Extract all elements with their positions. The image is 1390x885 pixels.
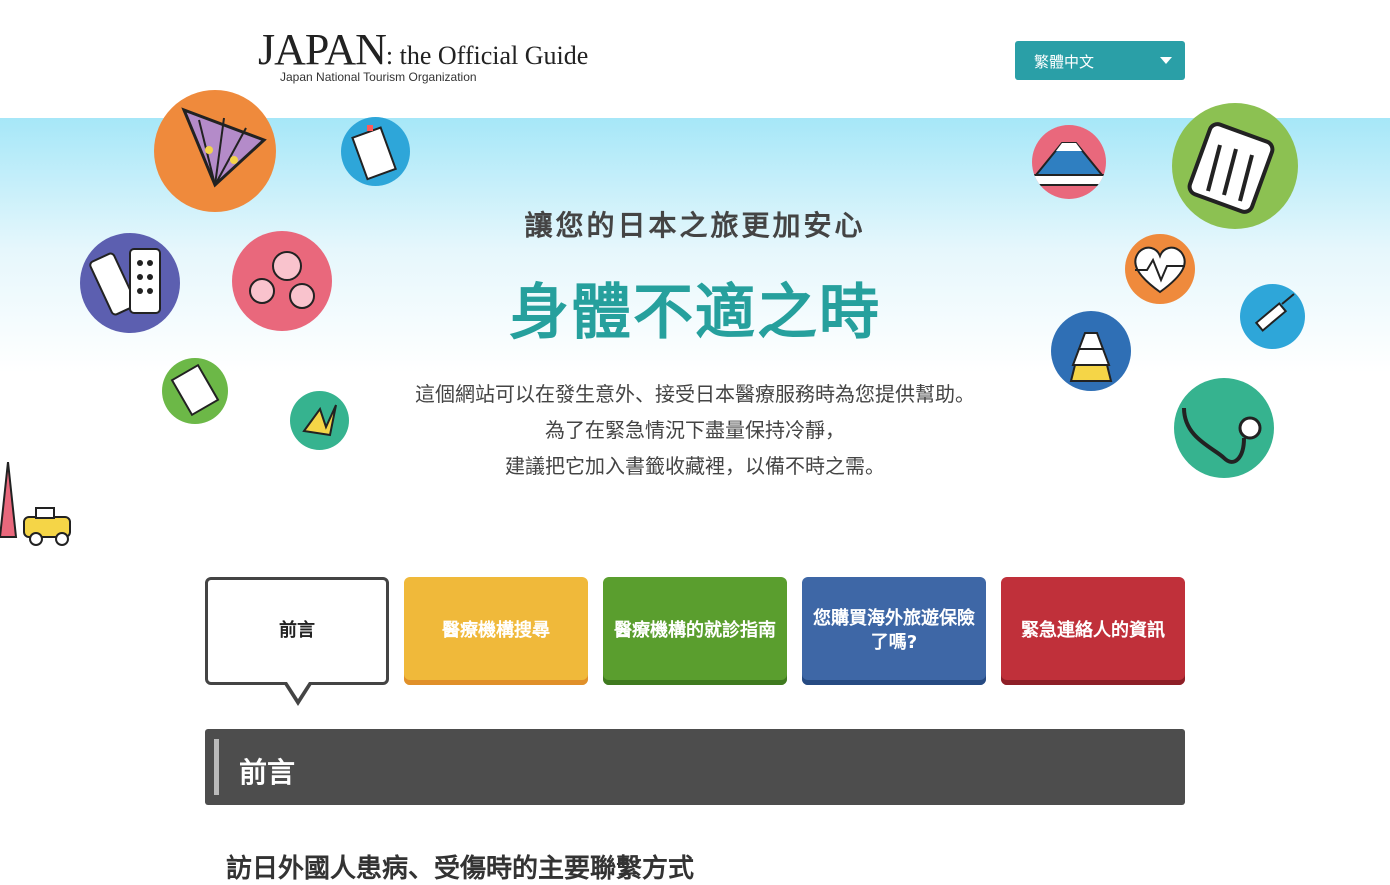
tab-emergency-contacts[interactable]: 緊急連絡人的資訊 <box>1001 577 1185 685</box>
logo-main-text: JAPAN <box>258 25 387 74</box>
hero-banner: 讓您的日本之旅更加安心 身體不適之時 這個網站可以在發生意外、接受日本醫療服務時… <box>0 90 1390 558</box>
jnto-logo[interactable]: JAPAN: the Official Guide Japan National… <box>258 25 589 85</box>
content-subheading: 訪日外國人患病、受傷時的主要聯繫方式 <box>226 854 695 884</box>
tab-visit-guide[interactable]: 醫療機構的就診指南 <box>603 577 787 685</box>
tab-medical-search[interactable]: 醫療機構搜尋 <box>404 577 588 685</box>
active-tab-pointer-inner <box>287 682 309 699</box>
section-header: 前言 <box>205 729 1185 805</box>
logo-subtitle: Japan National Tourism Organization <box>280 70 477 84</box>
tab-label: 您購買海外旅遊保險了嗎? <box>813 608 975 653</box>
language-select[interactable]: 繁體中文 <box>1015 41 1185 80</box>
section-accent-bar <box>214 739 219 795</box>
hero-subtitle: 讓您的日本之旅更加安心 <box>524 209 866 242</box>
tab-introduction[interactable]: 前言 <box>205 577 389 706</box>
section-tabs: 前言 醫療機構搜尋 醫療機構的就診指南 您購買海外旅遊保險了嗎? 緊急連絡人的資… <box>205 577 1185 707</box>
tab-label: 緊急連絡人的資訊 <box>1021 620 1165 641</box>
logo-guide-text: : the Official Guide <box>385 41 589 70</box>
hero-title: 身體不適之時 <box>509 278 881 348</box>
tab-label: 醫療機構的就診指南 <box>614 620 776 641</box>
hero-desc-line: 為了在緊急情況下盡量保持冷靜， <box>545 418 845 442</box>
hero-description: 這個網站可以在發生意外、接受日本醫療服務時為您提供幫助。 為了在緊急情況下盡量保… <box>0 376 1390 484</box>
folding-fan-icon <box>154 90 276 212</box>
mount-fuji-icon <box>1032 125 1106 199</box>
hero-desc-line: 建議把它加入書籤收藏裡，以備不時之需。 <box>505 454 885 478</box>
tab-label: 前言 <box>279 620 315 641</box>
tab-travel-insurance[interactable]: 您購買海外旅遊保險了嗎? <box>802 577 986 685</box>
language-select-value: 繁體中文 <box>1034 53 1095 71</box>
hospital-icon <box>341 117 410 186</box>
hero-desc-line: 這個網站可以在發生意外、接受日本醫療服務時為您提供幫助。 <box>415 382 975 406</box>
chevron-down-icon <box>1160 57 1172 64</box>
section-title: 前言 <box>239 756 296 789</box>
tab-label: 醫療機構搜尋 <box>442 620 550 641</box>
